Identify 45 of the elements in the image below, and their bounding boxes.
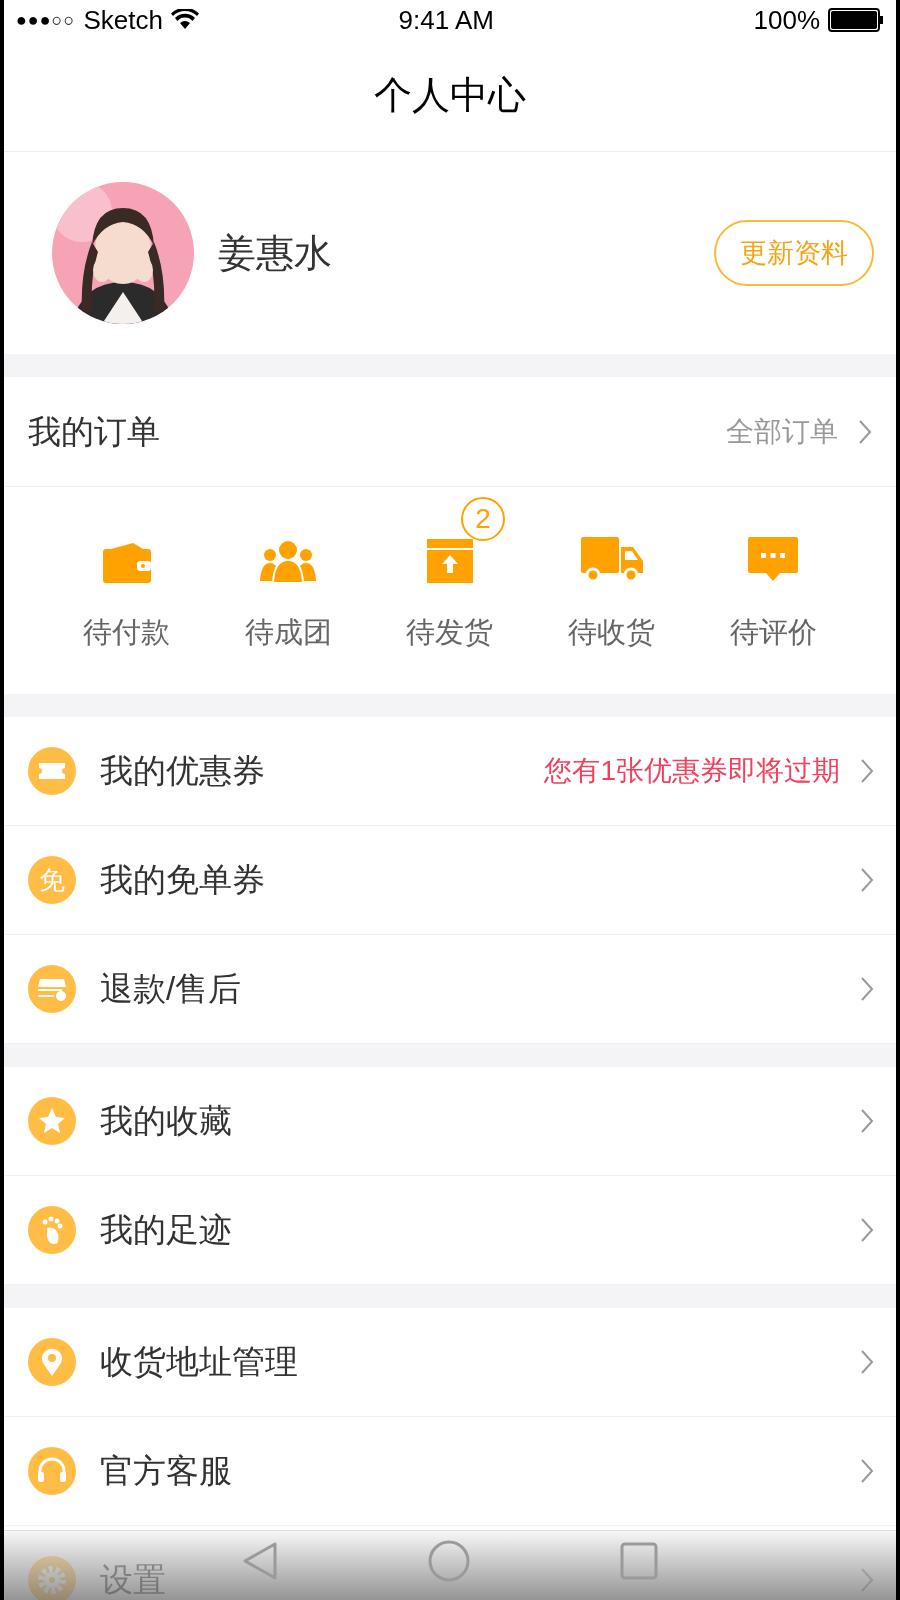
carrier-name: Sketch (83, 3, 163, 37)
wallet-icon (102, 542, 151, 583)
clock-time: 9:41 AM (398, 3, 494, 37)
page-title: 个人中心 (374, 73, 526, 118)
people-icon (258, 540, 319, 583)
truck-icon (580, 536, 643, 583)
chevron-icon (860, 867, 874, 893)
order-status-label[interactable]: 待成团 (244, 610, 332, 655)
battery-icon (828, 8, 884, 32)
menu-label[interactable]: 我的收藏 (100, 1096, 232, 1146)
headset-icon (28, 1447, 76, 1495)
ticket-icon (28, 747, 76, 795)
section-title: 我的订单 (28, 411, 161, 452)
chevron-icon (860, 758, 874, 784)
wifi-icon (170, 9, 199, 31)
order-status-label[interactable]: 待收货 (568, 610, 656, 655)
recent-apps-icon[interactable] (620, 1541, 658, 1580)
box-upload-icon (425, 538, 475, 583)
expiry-notice: 您有1张优惠券即将过期 (544, 754, 840, 788)
menu-label[interactable]: 官方客服 (100, 1446, 232, 1496)
menu-label[interactable]: 我的优惠券 (100, 746, 265, 796)
order-status-label[interactable]: 待发货 (406, 610, 494, 655)
chevron-icon (860, 1217, 874, 1243)
order-status-label[interactable]: 待付款 (83, 610, 171, 655)
chevron-icon (860, 1458, 874, 1484)
free-coupon-icon: 免 (28, 856, 76, 904)
footprint-icon (28, 1206, 76, 1254)
chat-icon (748, 536, 799, 583)
menu-label[interactable]: 收货地址管理 (100, 1337, 298, 1387)
refund-card-icon (28, 965, 76, 1013)
count-badge: 2 (461, 496, 505, 541)
menu-label[interactable]: 我的足迹 (100, 1205, 232, 1255)
back-icon[interactable] (242, 1540, 278, 1581)
chevron-icon (860, 976, 874, 1002)
menu-label[interactable]: 退款/售后 (100, 964, 242, 1014)
order-status-label[interactable]: 待评价 (729, 610, 817, 655)
menu-label[interactable]: 我的免单券 (100, 855, 265, 905)
chevron-icon (858, 418, 872, 445)
chevron-icon (860, 1108, 874, 1134)
location-pin-icon (28, 1338, 76, 1386)
chevron-icon (860, 1349, 874, 1375)
home-icon[interactable] (428, 1539, 470, 1582)
user-name: 姜惠水 (218, 230, 333, 276)
battery-percent: 100% (753, 3, 820, 37)
signal-dots: ●●●○○ (16, 8, 76, 32)
